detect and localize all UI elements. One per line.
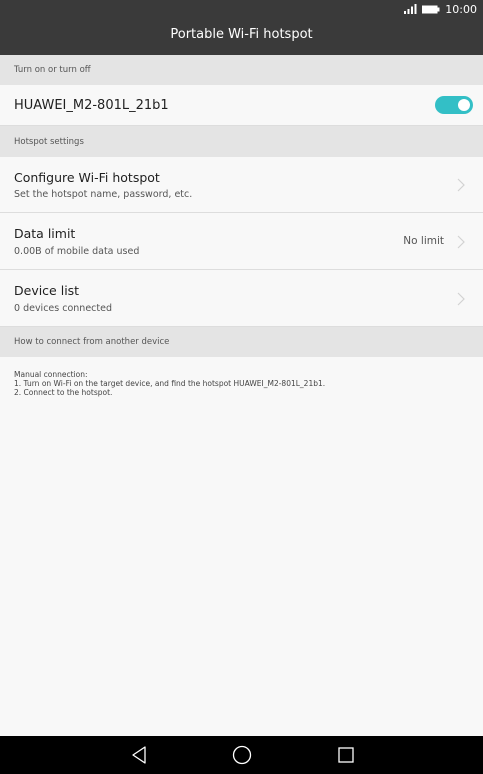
section-header-how-to-connect: How to connect from another device xyxy=(0,327,483,357)
row-title: Data limit xyxy=(14,226,76,241)
toggle-knob xyxy=(458,99,470,111)
chevron-right-icon xyxy=(456,292,466,306)
screen: 10:00 Portable Wi-Fi hotspot Turn on or … xyxy=(0,0,483,774)
instruction-line: 2. Connect to the hotspot. xyxy=(14,388,113,397)
connection-instructions: Manual connection: 1. Turn on Wi-Fi on t… xyxy=(14,370,469,397)
chevron-right-icon xyxy=(456,178,466,192)
app-header: 10:00 Portable Wi-Fi hotspot xyxy=(0,0,483,55)
status-time: 10:00 xyxy=(445,2,477,16)
row-subtitle: Set the hotspot name, password, etc. xyxy=(14,189,193,200)
recents-icon[interactable] xyxy=(335,744,357,766)
hotspot-toggle-row[interactable]: HUAWEI_M2-801L_21b1 xyxy=(0,85,483,126)
hotspot-name: HUAWEI_M2-801L_21b1 xyxy=(14,98,169,113)
section-header-turn-on-off: Turn on or turn off xyxy=(0,55,483,85)
hotspot-toggle[interactable] xyxy=(435,96,473,114)
page-title: Portable Wi-Fi hotspot xyxy=(170,27,313,42)
instruction-line: Manual connection: xyxy=(14,370,88,379)
signal-icon xyxy=(404,4,417,14)
configure-wifi-hotspot-row[interactable]: Configure Wi-Fi hotspot Set the hotspot … xyxy=(0,157,483,213)
data-limit-row[interactable]: Data limit 0.00B of mobile data used No … xyxy=(0,213,483,270)
row-subtitle: 0 devices connected xyxy=(14,303,112,314)
row-title: Configure Wi-Fi hotspot xyxy=(14,170,160,185)
battery-icon xyxy=(422,5,440,14)
device-list-row[interactable]: Device list 0 devices connected xyxy=(0,270,483,327)
data-limit-value: No limit xyxy=(403,235,444,247)
home-icon[interactable] xyxy=(231,744,253,766)
status-bar: 10:00 xyxy=(404,2,477,16)
back-icon[interactable] xyxy=(129,744,151,766)
navigation-bar xyxy=(0,736,483,774)
section-header-hotspot-settings: Hotspot settings xyxy=(0,126,483,157)
row-title: Device list xyxy=(14,283,80,298)
row-subtitle: 0.00B of mobile data used xyxy=(14,246,140,257)
instruction-line: 1. Turn on Wi-Fi on the target device, a… xyxy=(14,379,326,388)
chevron-right-icon xyxy=(456,235,466,249)
